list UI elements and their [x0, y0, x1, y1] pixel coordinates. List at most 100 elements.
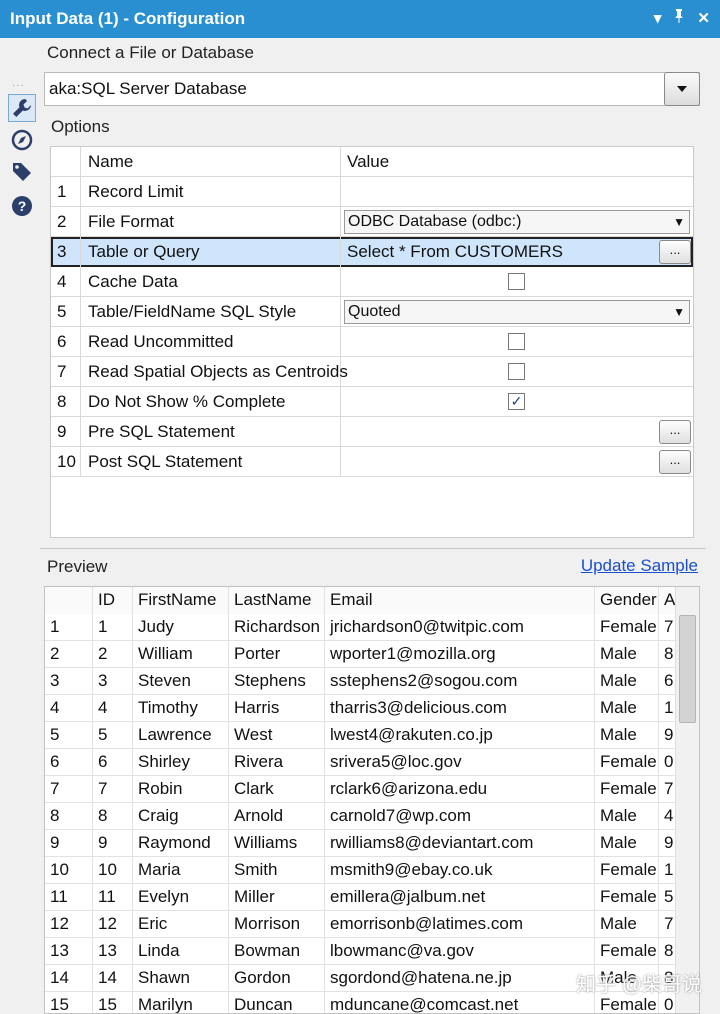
ellipsis-button[interactable]: ... [659, 240, 691, 264]
table-row[interactable]: 1 1 Judy Richardson jrichardson0@twitpic.com… [45, 614, 679, 641]
table-row[interactable]: 5 5 Lawrence West lwest4@rakuten.co.jp Male 9 [45, 722, 679, 749]
email-cell[interactable]: lbowmanc@va.gov [325, 938, 595, 965]
panel-splitter[interactable] [40, 548, 706, 552]
option-row[interactable]: 1 Record Limit [51, 177, 693, 207]
column-header[interactable]: FirstName [133, 587, 229, 614]
id-cell[interactable]: 7 [93, 776, 133, 803]
option-row[interactable]: 8 Do Not Show % Complete ✓ [51, 387, 693, 417]
firstname-cell[interactable]: Marilyn [133, 992, 229, 1013]
gender-cell[interactable]: Female [595, 938, 659, 965]
wrench-icon[interactable] [8, 94, 36, 122]
row-number-cell[interactable]: 12 [45, 911, 93, 938]
option-dropdown[interactable]: Quoted ▼ [344, 300, 690, 324]
lastname-cell[interactable]: Porter [229, 641, 325, 668]
id-cell[interactable]: 15 [93, 992, 133, 1013]
firstname-cell[interactable]: Shawn [133, 965, 229, 992]
column-header[interactable]: Gender [595, 587, 659, 614]
table-row[interactable]: 4 4 Timothy Harris tharris3@delicious.com Mal… [45, 695, 679, 722]
id-cell[interactable]: 2 [93, 641, 133, 668]
firstname-cell[interactable]: Raymond [133, 830, 229, 857]
column-header[interactable] [45, 587, 93, 614]
option-row[interactable]: 4 Cache Data [51, 267, 693, 297]
row-number-cell[interactable]: 14 [45, 965, 93, 992]
firstname-cell[interactable]: Judy [133, 614, 229, 641]
firstname-cell[interactable]: Shirley [133, 749, 229, 776]
option-row[interactable]: 7 Read Spatial Objects as Centroids [51, 357, 693, 387]
gender-cell[interactable]: Male [595, 830, 659, 857]
connection-combobox[interactable]: aka:SQL Server Database [44, 72, 700, 106]
update-sample-link[interactable]: Update Sample [581, 556, 698, 576]
firstname-cell[interactable]: Steven [133, 668, 229, 695]
email-cell[interactable]: srivera5@loc.gov [325, 749, 595, 776]
preview-header-row[interactable]: ID FirstName LastName Email Gender A [45, 587, 679, 614]
email-cell[interactable]: emorrisonb@latimes.com [325, 911, 595, 938]
id-cell[interactable]: 6 [93, 749, 133, 776]
lastname-cell[interactable]: Stephens [229, 668, 325, 695]
option-row[interactable]: 2 File Format ODBC Database (odbc:) ▼ [51, 207, 693, 237]
gender-cell[interactable]: Male [595, 722, 659, 749]
help-icon[interactable]: ? [8, 192, 36, 220]
row-number-cell[interactable]: 9 [45, 830, 93, 857]
id-cell[interactable]: 3 [93, 668, 133, 695]
option-value-cell[interactable]: ... [341, 417, 693, 447]
scroll-thumb[interactable] [679, 615, 696, 723]
email-cell[interactable]: rclark6@arizona.edu [325, 776, 595, 803]
id-cell[interactable]: 8 [93, 803, 133, 830]
option-value-cell[interactable] [341, 267, 693, 297]
vertical-scrollbar[interactable] [675, 587, 699, 1013]
option-checkbox[interactable] [508, 333, 525, 350]
lastname-cell[interactable]: Williams [229, 830, 325, 857]
column-header[interactable]: Email [325, 587, 595, 614]
option-row[interactable]: 9 Pre SQL Statement... [51, 417, 693, 447]
option-row[interactable]: 6 Read Uncommitted [51, 327, 693, 357]
email-cell[interactable]: lwest4@rakuten.co.jp [325, 722, 595, 749]
firstname-cell[interactable]: William [133, 641, 229, 668]
row-number-cell[interactable]: 15 [45, 992, 93, 1013]
email-cell[interactable]: tharris3@delicious.com [325, 695, 595, 722]
tag-icon[interactable] [8, 158, 36, 186]
option-checkbox[interactable] [508, 363, 525, 380]
option-row[interactable]: 5 Table/FieldName SQL Style Quoted ▼ [51, 297, 693, 327]
column-header-value[interactable]: Value [341, 147, 693, 177]
option-value-cell[interactable]: ... [341, 447, 693, 477]
id-cell[interactable]: 11 [93, 884, 133, 911]
gender-cell[interactable]: Male [595, 641, 659, 668]
gender-cell[interactable]: Male [595, 803, 659, 830]
table-row[interactable]: 10 10 Maria Smith msmith9@ebay.co.uk Female 1 [45, 857, 679, 884]
lastname-cell[interactable]: Clark [229, 776, 325, 803]
table-row[interactable]: 6 6 Shirley Rivera srivera5@loc.gov Female 0 [45, 749, 679, 776]
firstname-cell[interactable]: Evelyn [133, 884, 229, 911]
id-cell[interactable]: 14 [93, 965, 133, 992]
gender-cell[interactable]: Male [595, 668, 659, 695]
table-row[interactable]: 8 8 Craig Arnold carnold7@wp.com Male 4 [45, 803, 679, 830]
column-header-name[interactable]: Name [81, 147, 341, 177]
ellipsis-button[interactable]: ... [659, 450, 691, 474]
id-cell[interactable]: 12 [93, 911, 133, 938]
firstname-cell[interactable]: Lawrence [133, 722, 229, 749]
id-cell[interactable]: 4 [93, 695, 133, 722]
lastname-cell[interactable]: Richardson [229, 614, 325, 641]
option-value-cell[interactable] [341, 327, 693, 357]
lastname-cell[interactable]: Arnold [229, 803, 325, 830]
firstname-cell[interactable]: Eric [133, 911, 229, 938]
dropdown-icon[interactable]: ▾ [654, 0, 662, 38]
firstname-cell[interactable]: Robin [133, 776, 229, 803]
row-number-cell[interactable]: 3 [45, 668, 93, 695]
column-header[interactable]: LastName [229, 587, 325, 614]
row-number-cell[interactable]: 4 [45, 695, 93, 722]
id-cell[interactable]: 13 [93, 938, 133, 965]
id-cell[interactable]: 1 [93, 614, 133, 641]
table-row[interactable]: 2 2 William Porter wporter1@mozilla.org Male 8 [45, 641, 679, 668]
table-row[interactable]: 11 11 Evelyn Miller emillera@jalbum.net Femal… [45, 884, 679, 911]
gender-cell[interactable]: Female [595, 614, 659, 641]
row-number-cell[interactable]: 11 [45, 884, 93, 911]
option-value-cell[interactable]: Select * From CUSTOMERS... [341, 237, 693, 267]
option-row[interactable]: 3 Table or Query Select * From CUSTOMERS..… [51, 237, 693, 267]
lastname-cell[interactable]: Morrison [229, 911, 325, 938]
row-number-cell[interactable]: 1 [45, 614, 93, 641]
email-cell[interactable]: wporter1@mozilla.org [325, 641, 595, 668]
lastname-cell[interactable]: Rivera [229, 749, 325, 776]
table-row[interactable]: 7 7 Robin Clark rclark6@arizona.edu Female 7 [45, 776, 679, 803]
option-value-cell[interactable]: ODBC Database (odbc:) ▼ [341, 207, 693, 237]
email-cell[interactable]: msmith9@ebay.co.uk [325, 857, 595, 884]
